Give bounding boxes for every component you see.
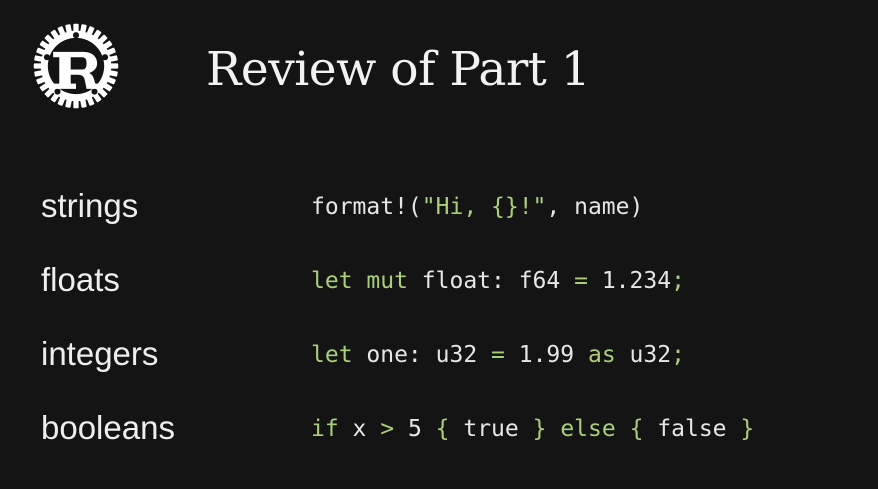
code-token: { (435, 416, 450, 442)
code-token: } (740, 416, 755, 442)
code-token: u32 (615, 342, 672, 368)
row-label: strings (41, 187, 139, 224)
code-token: > (380, 416, 395, 442)
row-label: floats (41, 261, 120, 298)
code-token: = (574, 268, 588, 294)
code-token: x (338, 416, 381, 442)
code-snippet: let mut float: f64 = 1.234; (311, 264, 685, 298)
code-token: = (491, 342, 505, 368)
code-token: float: f64 (407, 268, 575, 294)
rust-logo-icon (33, 23, 119, 109)
code-token: one: u32 (352, 342, 492, 368)
row-booleans: booleans if x > 5 { true } else { false … (0, 394, 878, 468)
row-floats: floats let mut float: f64 = 1.234; (0, 246, 878, 320)
code-token: true (449, 416, 533, 442)
code-token: "Hi, {}!" (421, 194, 547, 220)
code-token: 5 (394, 416, 436, 442)
code-token: ; (671, 342, 685, 368)
row-integers: integers let one: u32 = 1.99 as u32; (0, 320, 878, 394)
code-token: if (311, 416, 339, 442)
code-snippet: if x > 5 { true } else { false } (311, 412, 754, 446)
code-token: as (587, 342, 616, 368)
code-token: } (532, 416, 547, 442)
code-snippet: let one: u32 = 1.99 as u32; (311, 338, 685, 372)
code-token: format!( (311, 194, 422, 220)
code-token: let (311, 342, 353, 368)
row-label: integers (41, 335, 159, 372)
code-token: ; (671, 268, 685, 294)
code-token: else (560, 416, 616, 442)
code-token: false (643, 416, 741, 442)
slide: Review of Part 1 strings format!("Hi, {}… (0, 0, 878, 489)
row-strings: strings format!("Hi, {}!", name) (0, 172, 878, 246)
code-token: 1.234 (587, 268, 672, 294)
code-token: { (629, 416, 644, 442)
code-snippet: format!("Hi, {}!", name) (311, 190, 643, 224)
slide-title: Review of Part 1 (206, 42, 591, 97)
code-token: 1.99 (504, 342, 588, 368)
code-token: let mut (311, 268, 408, 294)
row-label: booleans (41, 409, 175, 446)
code-token: , name) (546, 194, 644, 220)
